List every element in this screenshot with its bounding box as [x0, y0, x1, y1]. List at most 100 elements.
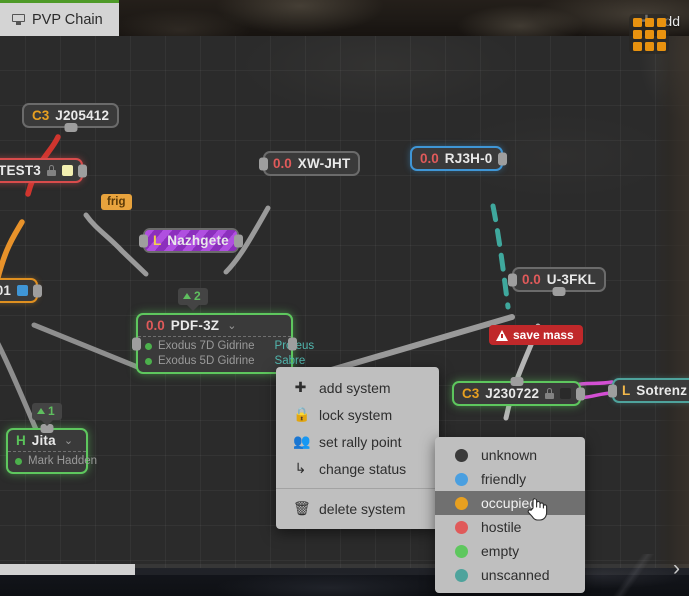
chevron-down-icon[interactable]: ⌄ — [227, 319, 236, 332]
mass-warning-label: save mass — [513, 328, 574, 342]
status-option-unknown[interactable]: unknown — [435, 443, 585, 467]
pilot-name: Mark Hadden — [28, 454, 97, 469]
context-menu-item-change-status[interactable]: ↳ change status — [276, 455, 439, 482]
map-node-j205412[interactable]: C3 J205412 — [22, 103, 119, 128]
scrollbar-thumb[interactable] — [0, 564, 135, 575]
grid-cell — [657, 18, 666, 27]
status-option-empty[interactable]: empty — [435, 539, 585, 563]
lock-icon — [47, 165, 56, 176]
node-header: TEST3 — [0, 160, 81, 181]
grid-cell — [645, 42, 654, 51]
map-node-u3fkl[interactable]: 0.0 U-3FKL — [512, 267, 606, 292]
node-security: C3 — [462, 386, 479, 401]
map-node-j230722[interactable]: C3 J230722 — [452, 381, 581, 406]
plus-icon: ✚ — [293, 379, 308, 396]
edge-label-frig[interactable]: frig — [101, 194, 132, 210]
map-node-pdf3z[interactable]: 0.0 PDF-3Z ⌄ Exodus 7D Gidrine Proteus E… — [136, 313, 293, 374]
node-name: RJ3H-0 — [445, 151, 493, 166]
status-option-label: occupied — [481, 495, 537, 511]
map-node-sotrenz[interactable]: L Sotrenz — [612, 378, 689, 403]
pilot-row: Mark Hadden — [15, 454, 79, 469]
node-security: H — [16, 433, 26, 448]
node-header: 0.0 PDF-3Z ⌄ — [138, 315, 291, 336]
map-node-rj3h0[interactable]: 0.0 RJ3H-0 — [410, 146, 503, 171]
edge-test3-nazhgete — [86, 215, 146, 274]
status-option-label: unscanned — [481, 567, 550, 583]
mass-warning-save-mass[interactable]: save mass — [489, 325, 583, 345]
node-header: 801 — [0, 280, 36, 301]
node-security: C3 — [32, 108, 49, 123]
grid-cell — [633, 30, 642, 39]
horizontal-scrollbar[interactable] — [0, 564, 689, 575]
status-option-friendly[interactable]: friendly — [435, 467, 585, 491]
grid-menu-toggle[interactable] — [629, 14, 669, 54]
map-node-jita[interactable]: H Jita ⌄ Mark Hadden — [6, 428, 88, 474]
node-header: C3 J230722 — [454, 383, 579, 404]
context-menu-item-label: set rally point — [319, 434, 401, 450]
edge-rj3h0-u3fkl — [493, 206, 508, 307]
edge-801-pdf3z — [34, 325, 140, 368]
connector-nub — [510, 377, 523, 386]
node-security: 0.0 — [420, 151, 439, 166]
users-icon: 👥 — [293, 433, 308, 450]
node-header: 0.0 RJ3H-0 — [412, 148, 501, 169]
connector-nub — [288, 337, 297, 350]
status-color-dot — [455, 569, 468, 582]
node-security: 0.0 — [146, 318, 165, 333]
node-name: Sotrenz — [636, 383, 687, 398]
count-value: 2 — [194, 289, 201, 303]
connector-nub — [259, 157, 268, 170]
connector-nub — [552, 287, 565, 296]
map-node-test3[interactable]: TEST3 — [0, 158, 83, 183]
status-option-hostile[interactable]: hostile — [435, 515, 585, 539]
node-header: 0.0 XW-JHT — [265, 153, 358, 174]
map-node-xwjht[interactable]: 0.0 XW-JHT — [263, 151, 360, 176]
grid-cell — [657, 42, 666, 51]
chevron-right-icon[interactable]: › — [673, 560, 680, 578]
context-menu-item-lock-system[interactable]: 🔒 lock system — [276, 401, 439, 428]
status-option-label: friendly — [481, 471, 526, 487]
node-security: L — [622, 383, 630, 398]
map-application: PVP Chain ✛ add — [0, 0, 689, 596]
map-node-801[interactable]: 801 — [0, 278, 38, 303]
eraser-icon: 🗑 — [293, 500, 308, 517]
node-name: TEST3 — [0, 163, 41, 178]
count-value: 1 — [48, 404, 55, 418]
connector-nub — [139, 234, 148, 247]
triangle-up-icon — [37, 408, 45, 414]
status-option-unscanned[interactable]: unscanned — [435, 563, 585, 587]
context-menu-item-delete-system[interactable]: 🗑 delete system — [276, 495, 439, 522]
status-color-dot — [455, 497, 468, 510]
grid-cell — [633, 18, 642, 27]
warning-icon — [496, 330, 508, 341]
tab-pvp-chain[interactable]: PVP Chain — [0, 0, 119, 36]
context-menu-item-add-system[interactable]: ✚ add system — [276, 374, 439, 401]
effect-marker — [17, 285, 28, 296]
triangle-up-icon — [183, 293, 191, 299]
pilot-row: Exodus 7D Gidrine Proteus — [145, 339, 284, 354]
status-option-label: hostile — [481, 519, 521, 535]
monitor-icon — [12, 14, 25, 25]
node-name: J230722 — [485, 386, 539, 401]
connector-nub — [608, 384, 617, 397]
grid-cell — [645, 18, 654, 27]
context-menu-item-set-rally-point[interactable]: 👥 set rally point — [276, 428, 439, 455]
connector-nub — [64, 123, 77, 132]
chevron-down-icon[interactable]: ⌄ — [64, 434, 73, 447]
context-menu: ✚ add system 🔒 lock system 👥 set rally p… — [276, 367, 439, 529]
connector-nub — [132, 337, 141, 350]
node-name: Nazhgete — [167, 233, 229, 248]
status-color-dot — [455, 449, 468, 462]
status-color-dot — [455, 521, 468, 534]
map-node-nazhgete[interactable]: L Nazhgete — [143, 228, 239, 253]
status-option-occupied[interactable]: occupied — [435, 491, 585, 515]
node-count-badge-pdf3z: 2 — [178, 288, 208, 305]
connector-nub — [78, 164, 87, 177]
context-menu-item-label: delete system — [319, 501, 405, 517]
node-security: 0.0 — [273, 156, 292, 171]
lock-icon: 🔒 — [293, 406, 308, 423]
pilot-name: Exodus 5D Gidrine — [158, 354, 255, 369]
node-name: J205412 — [55, 108, 109, 123]
node-pilot-list: Mark Hadden — [8, 451, 86, 472]
effect-marker — [560, 388, 571, 399]
